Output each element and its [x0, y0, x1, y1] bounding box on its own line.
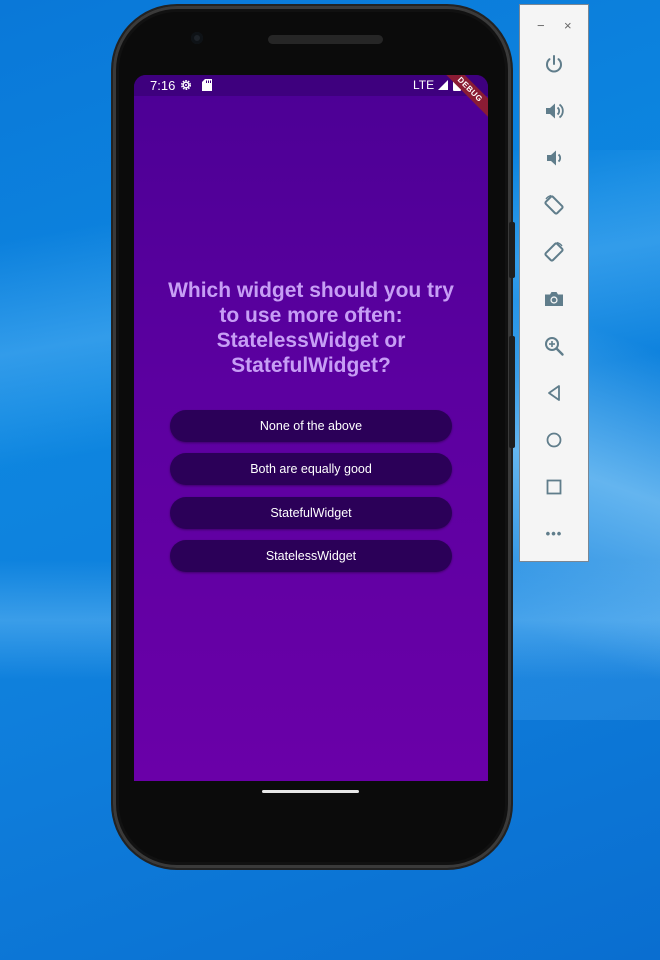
emulator-toolbar: − × •••: [519, 4, 589, 562]
status-bar: 7:16 LTE DEBUG: [134, 75, 488, 123]
answer-button-stateful-widget[interactable]: StatefulWidget: [170, 496, 452, 529]
more-icon[interactable]: •••: [543, 523, 565, 545]
power-icon[interactable]: [543, 53, 565, 75]
phone-power-key: [509, 222, 515, 278]
rotate-right-icon[interactable]: [543, 241, 565, 263]
front-camera: [191, 32, 203, 44]
close-button[interactable]: ×: [564, 18, 572, 33]
back-icon[interactable]: [543, 382, 565, 404]
gesture-home-bar[interactable]: [262, 790, 359, 793]
settings-gear-icon: [181, 80, 191, 90]
zoom-icon[interactable]: [543, 335, 565, 357]
sd-card-icon: [202, 79, 212, 91]
quiz-question: Which widget should you try to use more …: [168, 279, 454, 377]
answer-list: None of the above Both are equally good …: [170, 410, 452, 583]
earpiece-speaker: [268, 35, 383, 44]
volume-up-icon[interactable]: [543, 100, 565, 122]
network-type-label: LTE: [413, 78, 435, 92]
home-icon[interactable]: [543, 429, 565, 451]
camera-icon[interactable]: [543, 288, 565, 310]
answer-button-both-equally-good[interactable]: Both are equally good: [170, 453, 452, 486]
signal-strength-icon: [438, 80, 448, 90]
rotate-left-icon[interactable]: [543, 194, 565, 216]
phone-screen: 7:16 LTE DEBUG Which widget should you t…: [134, 75, 488, 781]
minimize-button[interactable]: −: [537, 18, 545, 33]
status-time: 7:16: [150, 78, 176, 93]
overview-icon[interactable]: [543, 476, 565, 498]
phone-volume-key: [509, 336, 515, 448]
answer-button-none-of-the-above[interactable]: None of the above: [170, 410, 452, 442]
answer-button-stateless-widget[interactable]: StatelessWidget: [170, 539, 452, 572]
volume-down-icon[interactable]: [543, 147, 565, 169]
